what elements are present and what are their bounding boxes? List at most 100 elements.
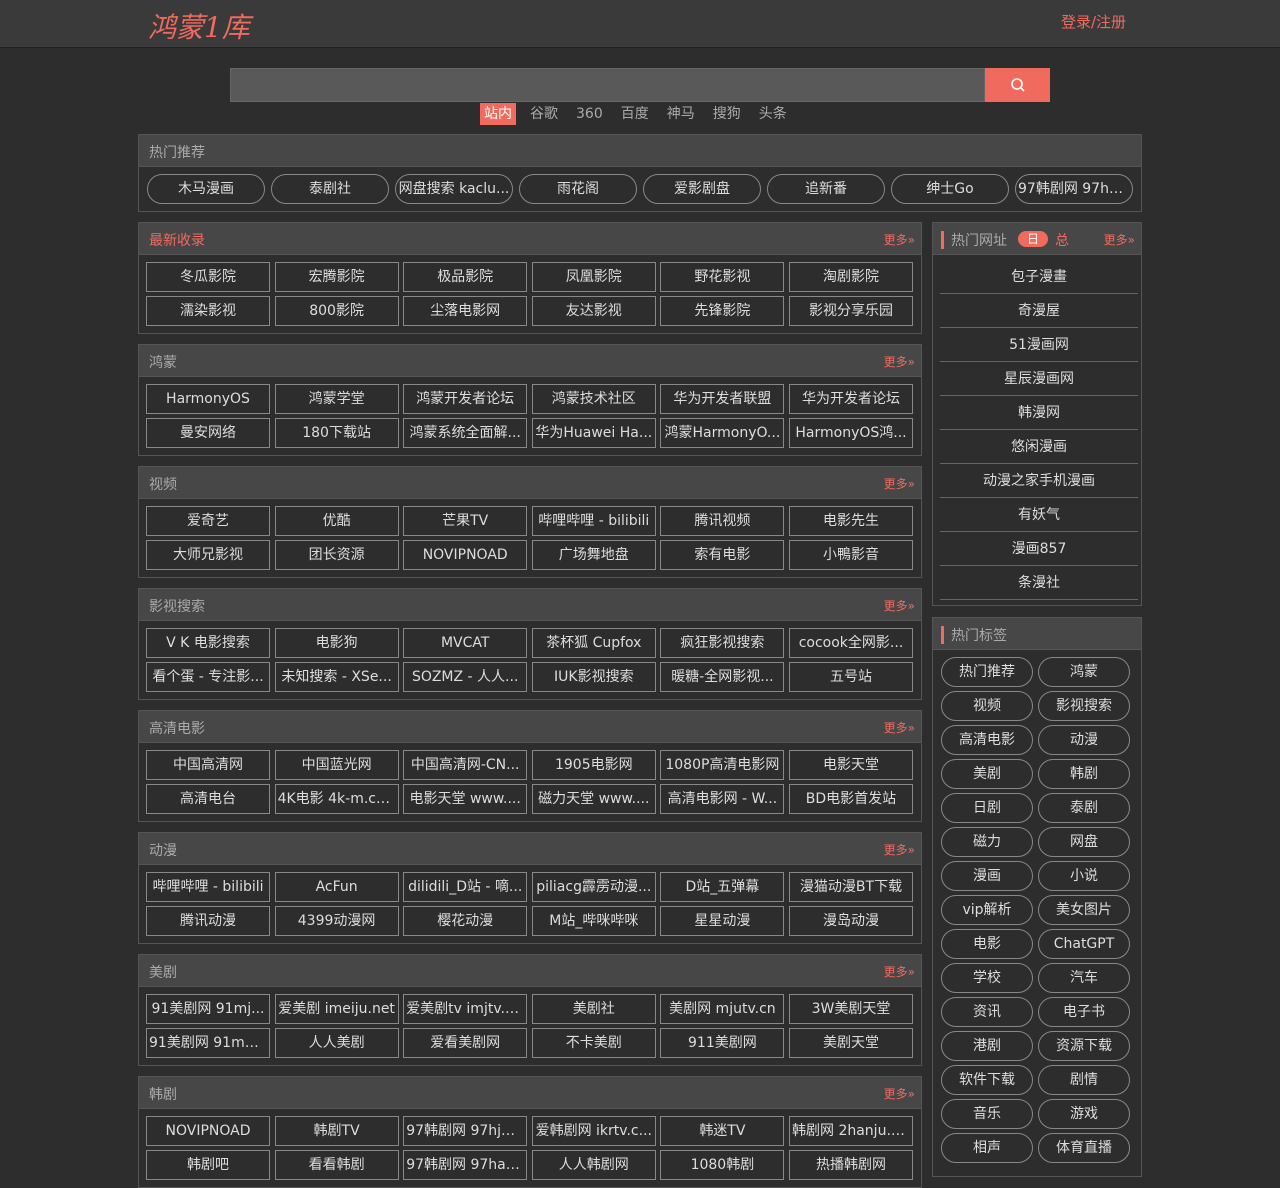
hot-site-item[interactable]: 韩漫网	[940, 396, 1138, 430]
tag-item[interactable]: 漫画	[941, 861, 1033, 891]
site-link[interactable]: 广场舞地盘	[531, 540, 656, 570]
tag-item[interactable]: 网盘	[1038, 827, 1130, 857]
site-link[interactable]: 疯狂影视搜索	[660, 628, 785, 658]
site-link[interactable]: 先锋影院	[660, 296, 785, 326]
site-link[interactable]: 1080韩剧	[660, 1150, 785, 1180]
site-link[interactable]: 鸿蒙开发者论坛	[403, 384, 528, 414]
tag-item[interactable]: 相声	[941, 1133, 1033, 1163]
site-link[interactable]: 1905电影网	[531, 750, 656, 780]
site-link[interactable]: dilidili_D站 - 嘀...	[403, 872, 528, 902]
site-link[interactable]: 美剧天堂	[789, 1028, 913, 1058]
tag-item[interactable]: 视频	[941, 691, 1033, 721]
tag-item[interactable]: 美剧	[941, 759, 1033, 789]
site-link[interactable]: 曼安网络	[146, 418, 270, 448]
hot-site-item[interactable]: 星辰漫画网	[940, 362, 1138, 396]
search-engine-tab[interactable]: 头条	[755, 103, 791, 125]
site-link[interactable]: 911美剧网	[660, 1028, 785, 1058]
site-link[interactable]: piliacg霹雳动漫...	[531, 872, 656, 902]
more-link[interactable]: 更多»	[884, 231, 915, 248]
more-link[interactable]: 更多»	[884, 963, 915, 980]
site-link[interactable]: 芒果TV	[403, 506, 528, 536]
site-link[interactable]: 极品影院	[403, 262, 528, 292]
site-link[interactable]: 人人美剧	[274, 1028, 399, 1058]
site-logo[interactable]: 鸿蒙1库	[148, 6, 250, 46]
site-link[interactable]: 磁力天堂 www....	[531, 784, 656, 814]
hot-item[interactable]: 追新番	[767, 174, 885, 204]
site-link[interactable]: 不卡美剧	[531, 1028, 656, 1058]
more-link[interactable]: 更多»	[1104, 231, 1135, 248]
site-link[interactable]: 团长资源	[274, 540, 399, 570]
tag-item[interactable]: 软件下载	[941, 1065, 1033, 1095]
site-link[interactable]: 尘落电影网	[403, 296, 528, 326]
hot-site-item[interactable]: 悠闲漫画	[940, 430, 1138, 464]
tag-item[interactable]: 剧情	[1038, 1065, 1130, 1095]
tag-item[interactable]: 动漫	[1038, 725, 1130, 755]
site-link[interactable]: 野花影视	[660, 262, 785, 292]
tag-item[interactable]: ChatGPT	[1038, 929, 1130, 959]
site-link[interactable]: 电影狗	[274, 628, 399, 658]
tag-item[interactable]: 高清电影	[941, 725, 1033, 755]
tag-item[interactable]: 韩剧	[1038, 759, 1130, 789]
tag-item[interactable]: 汽车	[1038, 963, 1130, 993]
site-link[interactable]: 91美剧网 91mei...	[146, 1028, 270, 1058]
site-link[interactable]: 影视分享乐园	[789, 296, 913, 326]
tag-item[interactable]: 体育直播	[1038, 1133, 1130, 1163]
site-link[interactable]: 爱美剧tv imjtv.c...	[403, 994, 528, 1024]
site-link[interactable]: 冬瓜影院	[146, 262, 270, 292]
site-link[interactable]: 哔哩哔哩 - bilibili	[531, 506, 656, 536]
tag-item[interactable]: 磁力	[941, 827, 1033, 857]
site-link[interactable]: cocook全网影...	[789, 628, 913, 658]
site-link[interactable]: AcFun	[274, 872, 399, 902]
site-link[interactable]: 鸿蒙学堂	[274, 384, 399, 414]
tag-item[interactable]: 游戏	[1038, 1099, 1130, 1129]
site-link[interactable]: 濡染影视	[146, 296, 270, 326]
tag-item[interactable]: 学校	[941, 963, 1033, 993]
site-link[interactable]: 电影天堂	[789, 750, 913, 780]
site-link[interactable]: V K 电影搜索	[146, 628, 270, 658]
site-link[interactable]: 淘剧影院	[789, 262, 913, 292]
site-link[interactable]: 1080P高清电影网	[660, 750, 785, 780]
site-link[interactable]: 华为Huawei Ha...	[531, 418, 656, 448]
site-link[interactable]: HarmonyOS鸿...	[789, 418, 913, 448]
hot-site-item[interactable]: 包子漫畫	[940, 260, 1138, 294]
search-engine-tab[interactable]: 神马	[663, 103, 699, 125]
site-link[interactable]: 人人韩剧网	[531, 1150, 656, 1180]
site-link[interactable]: SOZMZ - 人人...	[403, 662, 528, 692]
more-link[interactable]: 更多»	[884, 597, 915, 614]
site-link[interactable]: BD电影首发站	[789, 784, 913, 814]
site-link[interactable]: MVCAT	[403, 628, 528, 658]
site-link[interactable]: 看个蛋 - 专注影...	[146, 662, 270, 692]
tab-total[interactable]: 总	[1055, 230, 1069, 250]
site-link[interactable]: 华为开发者论坛	[789, 384, 913, 414]
more-link[interactable]: 更多»	[884, 475, 915, 492]
site-link[interactable]: D站_五弹幕	[660, 872, 785, 902]
site-link[interactable]: 鸿蒙HarmonyO...	[660, 418, 785, 448]
site-link[interactable]: 中国高清网	[146, 750, 270, 780]
site-link[interactable]: 爱美剧 imeiju.net	[274, 994, 399, 1024]
hot-item[interactable]: 爱影剧盘	[643, 174, 761, 204]
site-link[interactable]: 800影院	[274, 296, 399, 326]
hot-site-item[interactable]: 漫画857	[940, 532, 1138, 566]
site-link[interactable]: 茶杯狐 Cupfox	[531, 628, 656, 658]
site-link[interactable]: 友达影视	[531, 296, 656, 326]
site-link[interactable]: 3W美剧天堂	[789, 994, 913, 1024]
tag-item[interactable]: 小说	[1038, 861, 1130, 891]
site-link[interactable]: 鸿蒙技术社区	[531, 384, 656, 414]
tag-item[interactable]: 电子书	[1038, 997, 1130, 1027]
hot-item[interactable]: 木马漫画	[147, 174, 265, 204]
site-link[interactable]: 爱看美剧网	[403, 1028, 528, 1058]
site-link[interactable]: 高清电台	[146, 784, 270, 814]
site-link[interactable]: 韩剧吧	[146, 1150, 270, 1180]
site-link[interactable]: 腾讯动漫	[146, 906, 270, 936]
hot-site-item[interactable]: 动漫之家手机漫画	[940, 464, 1138, 498]
site-link[interactable]: 未知搜索 - XSe...	[274, 662, 399, 692]
site-link[interactable]: 4K电影 4k-m.com	[274, 784, 399, 814]
site-link[interactable]: 韩剧网 2hanju.c...	[789, 1116, 913, 1146]
tag-item[interactable]: 日剧	[941, 793, 1033, 823]
site-link[interactable]: 高清电影网 - W...	[660, 784, 785, 814]
site-link[interactable]: 小鴨影音	[789, 540, 913, 570]
site-link[interactable]: 五号站	[789, 662, 913, 692]
hot-site-item[interactable]: 有妖气	[940, 498, 1138, 532]
search-engine-tab[interactable]: 站内	[480, 103, 516, 125]
site-link[interactable]: 美剧社	[531, 994, 656, 1024]
